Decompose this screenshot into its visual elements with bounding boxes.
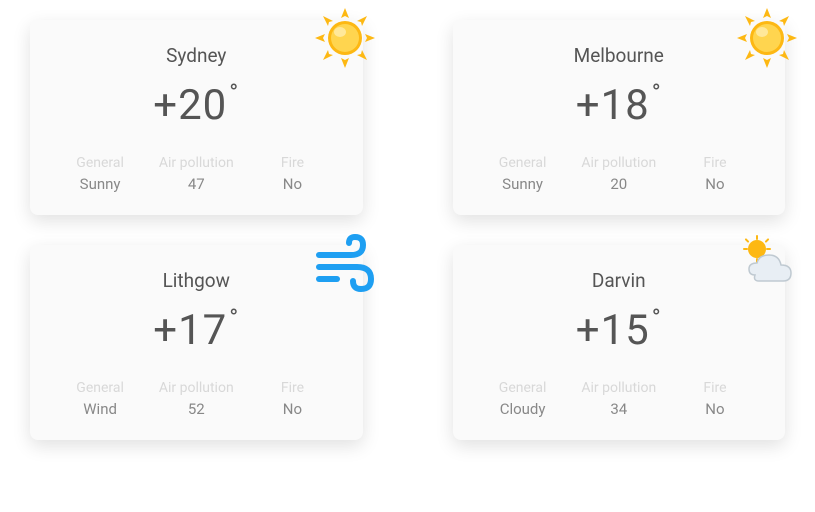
degree-symbol: °	[652, 304, 662, 332]
stat-general: General Wind	[56, 380, 144, 418]
stats-row: General Sunny Air pollution 47 Fire No	[56, 155, 337, 193]
stat-air-pollution: Air pollution 52	[152, 380, 240, 418]
temperature: +15°	[479, 310, 760, 352]
city-name: Lithgow	[56, 269, 337, 292]
stat-fire: Fire No	[248, 155, 336, 193]
weather-card: Lithgow +17° General Wind Air pollution …	[30, 245, 363, 440]
weather-card: Sydney +20° General Sunny Air pollution …	[30, 20, 363, 215]
degree-symbol: °	[229, 79, 239, 107]
stat-fire: Fire No	[671, 155, 759, 193]
sun-icon	[313, 6, 377, 70]
degree-symbol: °	[229, 304, 239, 332]
stat-fire: Fire No	[248, 380, 336, 418]
stat-general: General Sunny	[56, 155, 144, 193]
degree-symbol: °	[652, 79, 662, 107]
temperature: +18°	[479, 85, 760, 127]
stat-air-pollution: Air pollution 20	[575, 155, 663, 193]
stats-row: General Cloudy Air pollution 34 Fire No	[479, 380, 760, 418]
weather-card: Melbourne +18° General Sunny Air polluti…	[453, 20, 786, 215]
weather-grid: Sydney +20° General Sunny Air pollution …	[30, 20, 785, 440]
sun-icon	[735, 6, 799, 70]
city-name: Darvin	[479, 269, 760, 292]
stat-fire: Fire No	[671, 380, 759, 418]
city-name: Melbourne	[479, 44, 760, 67]
stat-air-pollution: Air pollution 34	[575, 380, 663, 418]
wind-icon	[313, 231, 377, 295]
stat-general: General Sunny	[479, 155, 567, 193]
stats-row: General Wind Air pollution 52 Fire No	[56, 380, 337, 418]
stats-row: General Sunny Air pollution 20 Fire No	[479, 155, 760, 193]
city-name: Sydney	[56, 44, 337, 67]
partly-cloudy-icon	[735, 231, 799, 295]
stat-air-pollution: Air pollution 47	[152, 155, 240, 193]
stat-general: General Cloudy	[479, 380, 567, 418]
weather-card: Darvin +15° General Cloudy Air pollution…	[453, 245, 786, 440]
temperature: +20°	[56, 85, 337, 127]
temperature: +17°	[56, 310, 337, 352]
